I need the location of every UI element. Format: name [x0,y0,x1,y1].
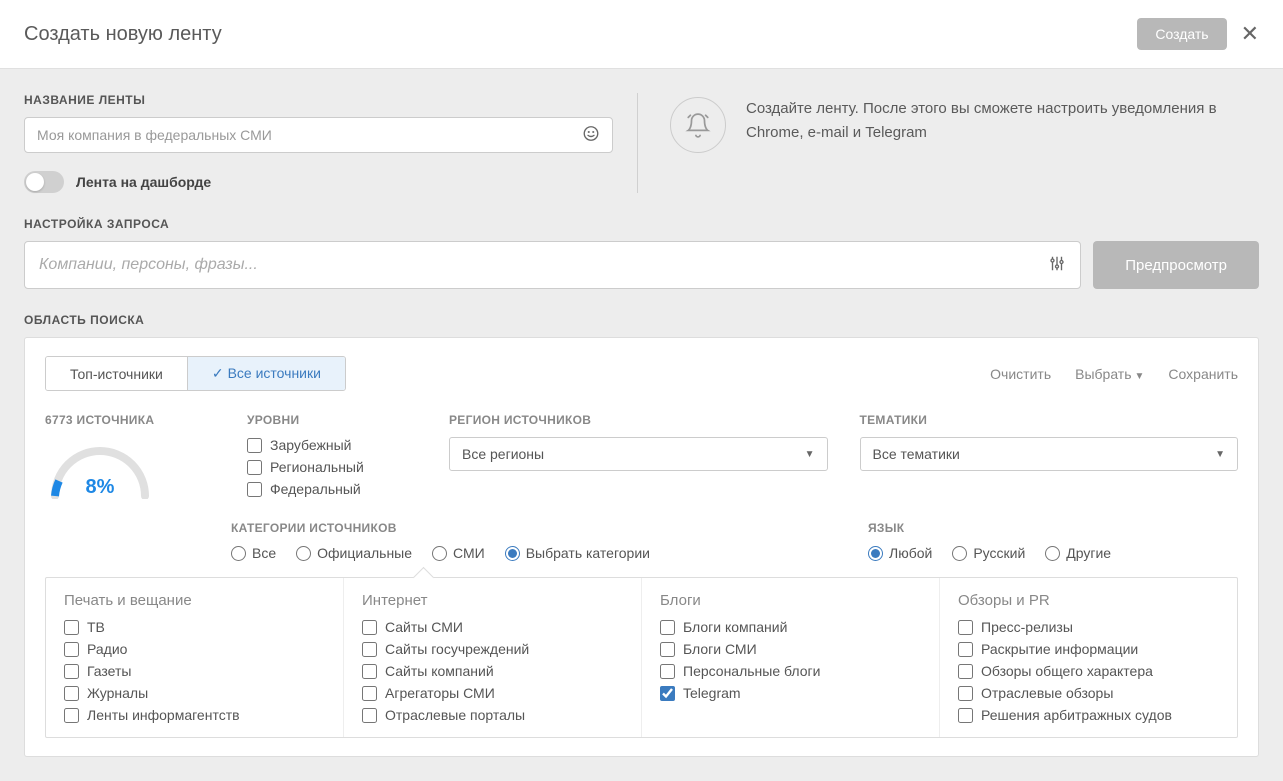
sliders-icon[interactable] [1048,255,1066,276]
chevron-down-icon: ▼ [1135,371,1145,382]
source-scope-tabs: Топ-источники ✓Все источники [45,356,346,391]
query-label: НАСТРОЙКА ЗАПРОСА [24,217,1259,231]
level-federal-checkbox[interactable]: Федеральный [247,481,417,497]
modal-title: Создать новую ленту [24,23,222,46]
emoji-icon[interactable] [582,125,600,146]
sources-gauge: 8% [45,441,155,499]
feed-name-label: НАЗВАНИЕ ЛЕНТЫ [24,93,613,107]
hint-text: Создайте ленту. После этого вы сможете н… [746,97,1259,145]
topics-select[interactable]: Все тематики ▼ [860,437,1239,471]
cat-print-title: Печать и вещание [64,592,325,609]
cat-gov-sites-checkbox[interactable]: Сайты госучреждений [362,641,623,657]
cat-press-checkbox[interactable]: Пресс-релизы [958,619,1219,635]
cat-blogs-title: Блоги [660,592,921,609]
check-icon: ✓ [212,365,224,381]
save-link[interactable]: Сохранить [1168,366,1238,382]
feed-name-input-wrap [24,117,613,153]
cat-industry-reviews-checkbox[interactable]: Отраслевые обзоры [958,685,1219,701]
cat-telegram-checkbox[interactable]: Telegram [660,685,921,701]
modal-actions: Создать ✕ [1137,18,1259,50]
gauge-percentage: 8% [86,476,115,499]
category-all-radio[interactable]: Все [231,545,276,561]
category-select-radio[interactable]: Выбрать категории [505,545,650,561]
dashboard-toggle[interactable] [24,171,64,193]
lang-any-radio[interactable]: Любой [868,545,932,561]
preview-button[interactable]: Предпросмотр [1093,241,1259,289]
tab-all-sources[interactable]: ✓Все источники [187,357,345,390]
cat-court-checkbox[interactable]: Решения арбитражных судов [958,707,1219,723]
cat-disclosure-checkbox[interactable]: Раскрытие информации [958,641,1219,657]
cat-media-sites-checkbox[interactable]: Сайты СМИ [362,619,623,635]
cat-company-sites-checkbox[interactable]: Сайты компаний [362,663,623,679]
clear-link[interactable]: Очистить [990,366,1051,382]
region-select[interactable]: Все регионы ▼ [449,437,828,471]
query-section: НАСТРОЙКА ЗАПРОСА Предпросмотр [0,217,1283,313]
caret-down-icon: ▼ [805,449,815,460]
cat-personal-blogs-checkbox[interactable]: Персональные блоги [660,663,921,679]
sources-count-label: 6773 ИСТОЧНИКА [45,413,215,427]
lang-other-radio[interactable]: Другие [1045,545,1111,561]
language-label: ЯЗЫК [868,521,1238,535]
cat-internet-title: Интернет [362,592,623,609]
cat-general-reviews-checkbox[interactable]: Обзоры общего характера [958,663,1219,679]
cat-aggregators-checkbox[interactable]: Агрегаторы СМИ [362,685,623,701]
cat-portals-checkbox[interactable]: Отраслевые порталы [362,707,623,723]
level-foreign-checkbox[interactable]: Зарубежный [247,437,417,453]
cat-reviews-title: Обзоры и PR [958,592,1219,609]
upper-section: НАЗВАНИЕ ЛЕНТЫ Лента на дашборде Создайт… [0,69,1283,217]
cat-magazines-checkbox[interactable]: Журналы [64,685,325,701]
cat-media-blogs-checkbox[interactable]: Блоги СМИ [660,641,921,657]
topics-label: ТЕМАТИКИ [860,413,1239,427]
categories-label: КАТЕГОРИИ ИСТОЧНИКОВ [231,521,828,535]
feed-name-input[interactable] [25,118,612,152]
cat-company-blogs-checkbox[interactable]: Блоги компаний [660,619,921,635]
category-official-radio[interactable]: Официальные [296,545,412,561]
cat-newspapers-checkbox[interactable]: Газеты [64,663,325,679]
search-area-label: ОБЛАСТЬ ПОИСКА [24,313,1259,327]
cat-agencies-checkbox[interactable]: Ленты информагентств [64,707,325,723]
caret-down-icon: ▼ [1215,449,1225,460]
levels-label: УРОВНИ [247,413,417,427]
category-media-radio[interactable]: СМИ [432,545,485,561]
dashboard-toggle-label: Лента на дашборде [76,174,211,190]
lang-russian-radio[interactable]: Русский [952,545,1025,561]
query-input[interactable] [25,242,1080,288]
cat-tv-checkbox[interactable]: ТВ [64,619,325,635]
region-label: РЕГИОН ИСТОЧНИКОВ [449,413,828,427]
modal-header: Создать новую ленту Создать ✕ [0,0,1283,69]
close-icon[interactable]: ✕ [1241,23,1259,45]
create-button[interactable]: Создать [1137,18,1226,50]
level-regional-checkbox[interactable]: Региональный [247,459,417,475]
search-area-section: ОБЛАСТЬ ПОИСКА Топ-источники ✓Все источн… [0,313,1283,781]
dashboard-toggle-row: Лента на дашборде [24,171,613,193]
tab-top-sources[interactable]: Топ-источники [46,357,187,390]
category-columns-panel: Печать и вещание ТВ Радио Газеты Журналы… [45,577,1238,738]
bell-icon [670,97,726,153]
select-link[interactable]: Выбрать▼ [1075,366,1144,382]
cat-radio-checkbox[interactable]: Радио [64,641,325,657]
